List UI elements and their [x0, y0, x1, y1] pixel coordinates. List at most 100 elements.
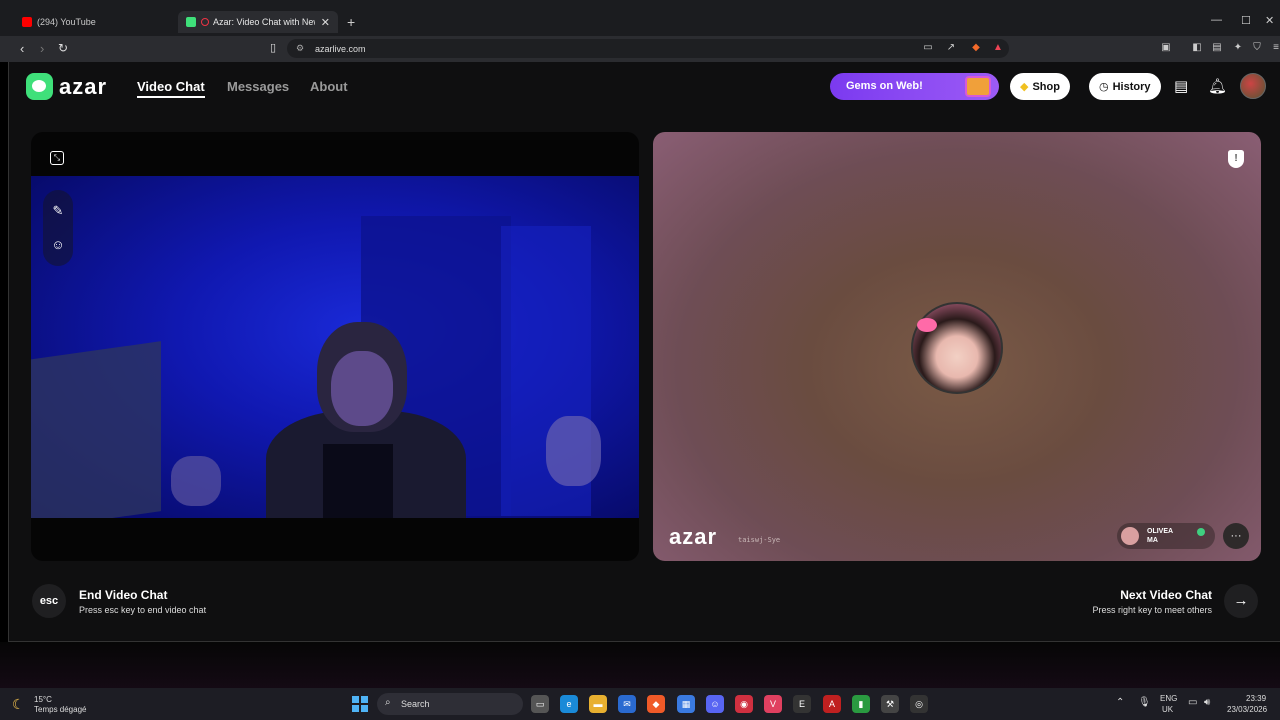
bookmark-icon[interactable]: ▯ — [270, 41, 276, 54]
extensions-icon[interactable]: ▣ — [1160, 42, 1172, 54]
tab-title: (294) YouTube — [37, 17, 96, 27]
magic-wand-icon[interactable]: ✎ — [50, 203, 66, 219]
chat-bubble-icon[interactable]: ··· — [1223, 523, 1249, 549]
azar-favicon-icon — [186, 17, 196, 27]
local-video-pane: ⤡ ✎ ☺ — [31, 132, 639, 561]
peer-name-line2: MA — [1147, 537, 1158, 544]
sidebar-icon[interactable]: ◧ — [1191, 42, 1203, 54]
menu-icon[interactable]: ≡ — [1270, 42, 1280, 54]
file-explorer-icon[interactable]: ▬ — [589, 695, 607, 713]
azar-logo[interactable]: azar — [26, 73, 107, 100]
obs-icon[interactable]: ◎ — [910, 695, 928, 713]
valorant-icon[interactable]: V — [764, 695, 782, 713]
peer-avatar — [911, 302, 1003, 394]
url-field[interactable]: ⚙ azarlive.com — [287, 39, 1009, 58]
url-text: azarlive.com — [315, 43, 366, 54]
gems-label: Gems on Web! — [846, 80, 923, 92]
back-icon[interactable]: ‹ — [20, 41, 24, 56]
microphone-icon[interactable]: 🎙︎ — [1138, 697, 1151, 708]
history-label: History — [1112, 80, 1151, 93]
end-chat-button[interactable]: esc — [32, 584, 66, 618]
clock-time[interactable]: 23:39 — [1246, 694, 1266, 703]
tab-youtube[interactable]: (294) YouTube — [14, 11, 174, 33]
brave-icon[interactable]: ◆ — [647, 695, 665, 713]
nav-about[interactable]: About — [310, 79, 348, 94]
task-view-icon[interactable]: ▭ — [531, 695, 549, 713]
history-button[interactable]: ◷ History — [1089, 73, 1161, 100]
app-red-icon[interactable]: ◉ — [735, 695, 753, 713]
temperature: 15°C — [34, 695, 52, 704]
vpn-icon[interactable]: ⛉ — [1251, 42, 1263, 54]
bow-icon — [917, 318, 937, 332]
close-tab-icon[interactable]: ✕ — [321, 16, 330, 29]
weather-condition: Temps dégagé — [34, 705, 87, 714]
clock-icon: ◷ — [1099, 81, 1109, 93]
nav-messages[interactable]: Messages — [227, 79, 289, 94]
minimize-icon[interactable]: — — [1211, 14, 1222, 26]
network-icon[interactable]: ▭ — [1188, 697, 1197, 708]
browser-tab-bar: (294) YouTube Azar: Video Chat with New … — [0, 0, 1280, 40]
edge-icon[interactable]: e — [560, 695, 578, 713]
cast-icon[interactable]: ▭ — [922, 42, 934, 54]
remote-video-pane: ! azar taiswj-Sye OLIVEA MA ··· — [653, 132, 1261, 561]
discord-icon[interactable]: ☺ — [706, 695, 724, 713]
face-filter-icon[interactable]: ☺ — [50, 237, 66, 253]
store-icon[interactable]: ▦ — [677, 695, 695, 713]
address-bar-row: ‹ › ↻ ▯ ⚙ azarlive.com ▭ ↗ ◆ ▲ ▣ ◧ ▤ ✦ ⛉… — [0, 36, 1280, 62]
inbox-icon[interactable]: ▤ — [1174, 77, 1188, 95]
logo-text: azar — [59, 73, 108, 99]
profile-avatar[interactable] — [1240, 73, 1266, 99]
input-language[interactable]: ENG — [1160, 694, 1177, 703]
taskbar-search[interactable]: ⌕ Search — [377, 693, 523, 715]
mail-icon[interactable]: ✉ — [618, 695, 636, 713]
close-window-icon[interactable]: ✕ — [1265, 14, 1274, 27]
leo-ai-icon[interactable]: ✦ — [1232, 42, 1244, 54]
local-camera-feed — [31, 176, 639, 518]
next-chat-hint: Press right key to meet others — [1092, 605, 1212, 615]
search-label: Search — [401, 699, 430, 709]
next-chat-title: Next Video Chat — [1120, 588, 1212, 602]
treasure-chest-icon — [965, 76, 991, 97]
peer-name-line1: OLIVEA — [1147, 528, 1174, 535]
gems-on-web-button[interactable]: Gems on Web! — [830, 73, 999, 100]
report-shield-icon[interactable]: ! — [1228, 150, 1244, 168]
nav-video-chat[interactable]: Video Chat — [137, 79, 205, 98]
moon-weather-icon[interactable]: ☾ — [12, 696, 25, 713]
azar-watermark: azar — [669, 524, 718, 549]
desktop-background — [0, 642, 1280, 688]
reload-icon[interactable]: ↻ — [58, 41, 68, 55]
tray-chevron-icon[interactable]: ⌃ — [1116, 697, 1124, 708]
search-icon: ⌕ — [385, 697, 391, 708]
volume-icon[interactable]: 🔊︎ — [1204, 697, 1210, 708]
share-icon[interactable]: ↗ — [945, 42, 957, 54]
end-chat-hint: Press esc key to end video chat — [79, 605, 207, 615]
expand-icon[interactable]: ⤡ — [50, 151, 64, 165]
gem-icon: ◆ — [1020, 81, 1029, 93]
azar-page: azar Video Chat Messages About Gems on W… — [8, 62, 1280, 642]
forward-icon[interactable]: › — [40, 41, 44, 56]
site-info-icon[interactable]: ⚙ — [296, 43, 304, 54]
shop-label: Shop — [1032, 80, 1060, 93]
app-green-icon[interactable]: ▮ — [852, 695, 870, 713]
clock-date: 23/03/2026 — [1227, 705, 1268, 714]
start-icon[interactable] — [352, 696, 368, 712]
bell-icon[interactable]: 🔔︎ — [1208, 77, 1227, 95]
peer-mini-avatar — [1121, 527, 1139, 545]
recording-icon — [201, 18, 209, 26]
next-chat-button[interactable]: → — [1224, 584, 1258, 618]
epic-games-icon[interactable]: E — [793, 695, 811, 713]
end-chat-title: End Video Chat — [79, 588, 168, 602]
tab-azar[interactable]: Azar: Video Chat with New Pe ✕ — [178, 11, 338, 33]
adobe-icon[interactable]: A — [823, 695, 841, 713]
wallet-icon[interactable]: ▤ — [1211, 42, 1223, 54]
maximize-icon[interactable]: ☐ — [1241, 14, 1251, 27]
brave-shields-icon[interactable]: ◆ — [970, 42, 982, 54]
shop-button[interactable]: ◆ Shop — [1010, 73, 1070, 100]
verified-icon — [1197, 528, 1205, 536]
new-tab-button[interactable]: + — [347, 14, 355, 30]
brave-rewards-icon[interactable]: ▲ — [992, 42, 1004, 54]
windows-taskbar: ☾ 15°C Temps dégagé ⌕ Search ▭ e ▬ ✉ ◆ ▦… — [0, 688, 1280, 720]
peer-profile-chip[interactable]: OLIVEA MA — [1117, 523, 1215, 549]
app-tool-icon[interactable]: ⚒ — [881, 695, 899, 713]
azar-logo-icon — [26, 73, 53, 100]
